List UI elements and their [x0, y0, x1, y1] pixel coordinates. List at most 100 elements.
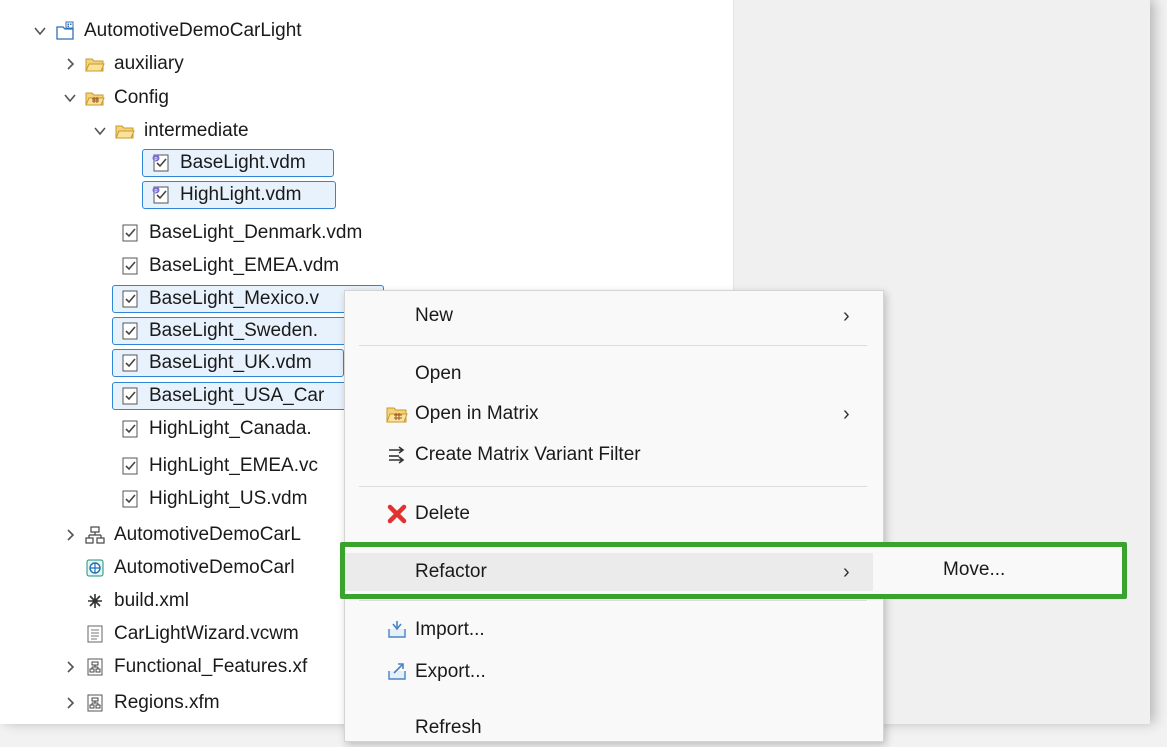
context-menu: New › Open Open in Matrix › Create Matri… [344, 290, 884, 742]
tree-item-label: auxiliary [114, 53, 184, 74]
tree-item-file[interactable]: BaseLight_USA_Car [119, 381, 324, 411]
tree-item-file[interactable]: BaseLight_EMEA.vdm [119, 251, 339, 281]
chevron-down-icon[interactable] [90, 121, 110, 141]
variant-model-icon: p [150, 184, 172, 206]
tree-item-highlight-vdm[interactable]: p HighLight.vdm [150, 180, 301, 210]
tree-item-intermediate[interactable]: intermediate [90, 116, 249, 146]
document-lines-icon [84, 623, 106, 645]
chevron-right-icon[interactable] [60, 657, 80, 677]
tree-item-label: build.xml [114, 590, 189, 611]
variant-model-icon [119, 255, 141, 277]
tree-item-file[interactable]: HighLight_Canada. [119, 414, 312, 444]
tree-item-label: BaseLight_Mexico.v [149, 288, 320, 309]
variant-model-icon [119, 288, 141, 310]
tree-item-label: BaseLight_Denmark.vdm [149, 222, 363, 243]
menu-separator [359, 600, 867, 601]
variant-model-icon [119, 488, 141, 510]
tree-item-build-xml[interactable]: build.xml [84, 586, 189, 616]
menu-item-refresh[interactable]: Refresh [345, 709, 881, 747]
tree-item-label: Regions.xfm [114, 692, 220, 713]
annotation-highlight-box [340, 542, 1127, 599]
menu-item-new[interactable]: New › [345, 297, 881, 335]
tree-item-auxiliary[interactable]: auxiliary [60, 49, 184, 79]
tree-item-label: BaseLight_UK.vdm [149, 352, 312, 373]
feature-model-icon [84, 692, 106, 714]
tree-item-label: BaseLight_USA_Car [149, 385, 325, 406]
tree-item-config[interactable]: Config [60, 83, 169, 113]
tree-item-functional-features[interactable]: Functional_Features.xf [60, 652, 307, 682]
tree-item-file[interactable]: BaseLight_Sweden. [119, 316, 318, 346]
tree-item-label: Config [114, 87, 169, 108]
variant-model-icon: p [150, 152, 172, 174]
export-icon [385, 660, 409, 684]
tree-item-feature-model[interactable]: AutomotiveDemoCarl [84, 553, 295, 583]
delete-icon [385, 502, 409, 526]
menu-item-label: Export... [415, 661, 486, 682]
menu-item-label: Open [415, 363, 462, 384]
tree-item-label: AutomotiveDemoCarLight [84, 20, 302, 41]
import-icon [385, 618, 409, 642]
tree-item-file[interactable]: HighLight_EMEA.vc [119, 451, 318, 481]
tree-item-label: BaseLight_Sweden. [149, 320, 319, 341]
tree-item-label: HighLight_US.vdm [149, 488, 308, 509]
menu-item-export[interactable]: Export... [345, 653, 881, 691]
tree-item-file[interactable]: HighLight_US.vdm [119, 484, 307, 514]
variant-model-icon [119, 385, 141, 407]
tree-item-label: HighLight_EMEA.vc [149, 455, 318, 476]
tree-item-file[interactable]: BaseLight_Mexico.v [119, 284, 319, 314]
tree-item-wizard[interactable]: CarLightWizard.vcwm [84, 619, 299, 649]
tree-item-family-model[interactable]: AutomotiveDemoCarL [60, 520, 301, 550]
globe-icon [84, 557, 106, 579]
menu-item-delete[interactable]: Delete [345, 495, 881, 533]
tree-item-label: BaseLight_EMEA.vdm [149, 255, 340, 276]
tree-item-label: HighLight_Canada. [149, 418, 312, 439]
tree-item-file[interactable]: BaseLight_Denmark.vdm [119, 218, 362, 248]
svg-text:p: p [154, 156, 157, 162]
variant-model-icon [119, 455, 141, 477]
menu-item-import[interactable]: Import... [345, 611, 881, 649]
chevron-right-icon[interactable] [60, 525, 80, 545]
menu-item-create-matrix-variant-filter[interactable]: Create Matrix Variant Filter [345, 436, 881, 474]
ant-build-icon [84, 590, 106, 612]
menu-item-label: Refresh [415, 717, 482, 738]
chevron-right-icon[interactable] [60, 54, 80, 74]
tree-item-label: AutomotiveDemoCarL [114, 524, 301, 545]
menu-item-label: Delete [415, 503, 470, 524]
variant-model-icon [119, 320, 141, 342]
variant-model-icon [119, 352, 141, 374]
tree-item-label: intermediate [144, 120, 249, 141]
svg-text:p: p [154, 188, 157, 194]
menu-item-label: Import... [415, 619, 485, 640]
menu-separator [359, 345, 867, 346]
hierarchy-icon [84, 524, 106, 546]
menu-item-label: Create Matrix Variant Filter [415, 444, 641, 465]
tree-item-root[interactable]: AutomotiveDemoCarLight [30, 16, 302, 46]
tree-item-label: HighLight.vdm [180, 184, 302, 205]
chevron-right-icon[interactable] [60, 693, 80, 713]
folder-icon [114, 120, 136, 142]
feature-model-icon [84, 656, 106, 678]
tree-item-label: Functional_Features.xf [114, 656, 308, 677]
menu-separator [359, 486, 867, 487]
menu-item-open[interactable]: Open [345, 355, 881, 393]
tree-item-baselight-vdm[interactable]: p BaseLight.vdm [150, 148, 306, 178]
tree-item-regions[interactable]: Regions.xfm [60, 688, 220, 718]
project-icon [54, 20, 76, 42]
tree-item-label: BaseLight.vdm [180, 152, 306, 173]
chevron-down-icon[interactable] [60, 88, 80, 108]
variant-model-icon [119, 418, 141, 440]
chevron-down-icon[interactable] [30, 21, 50, 41]
menu-item-label: Open in Matrix [415, 403, 539, 424]
menu-item-open-in-matrix[interactable]: Open in Matrix › [345, 395, 881, 433]
chevron-right-icon: › [843, 304, 850, 327]
tree-item-file[interactable]: BaseLight_UK.vdm [119, 348, 312, 378]
folder-icon [84, 53, 106, 75]
tree-item-label: AutomotiveDemoCarl [114, 557, 295, 578]
tree-item-label: CarLightWizard.vcwm [114, 623, 299, 644]
chevron-right-icon: › [843, 402, 850, 425]
filter-arrows-icon [385, 443, 409, 467]
menu-item-label: New [415, 305, 454, 326]
variant-model-icon [119, 222, 141, 244]
open-folder-icon [385, 402, 409, 426]
config-folder-icon [84, 87, 106, 109]
